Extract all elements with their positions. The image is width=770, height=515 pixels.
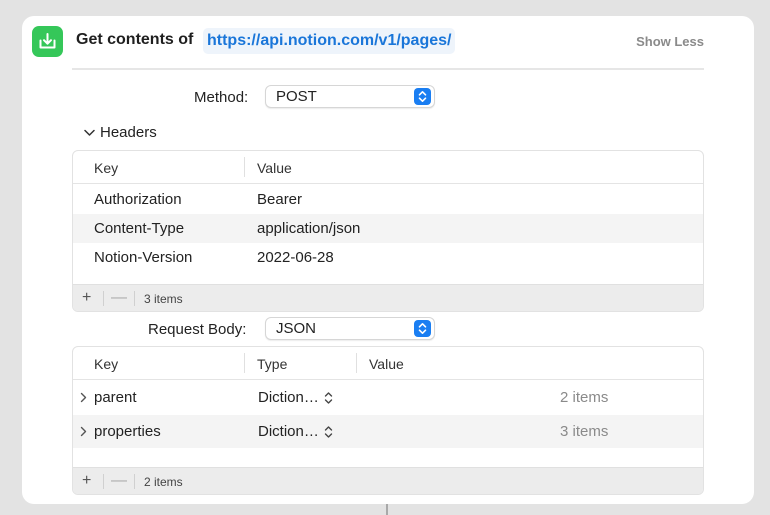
chevron-right-icon[interactable] [80,392,87,403]
method-value: POST [276,88,317,105]
table-header: Key Type Value [73,347,703,380]
body-key[interactable]: properties [94,423,161,440]
request-body-value: JSON [276,320,317,337]
header-value[interactable]: application/json [257,220,360,237]
column-divider [356,353,357,373]
table-footer: + — 3 items [73,284,703,311]
action-card: Get contents of https://api.notion.com/v… [22,16,754,504]
body-table: Key Type Value parent Diction… 2 items p… [72,346,704,495]
table-row[interactable]: properties Diction… 3 items [73,415,703,448]
add-row-button[interactable]: + [82,290,91,306]
column-divider [244,353,245,373]
table-row[interactable]: parent Diction… 2 items [73,380,703,415]
remove-row-button[interactable]: — [111,290,127,306]
footer-divider [103,291,104,306]
table-footer: + — 2 items [73,467,703,494]
chevron-right-icon[interactable] [80,426,87,437]
up-down-chevron-icon [414,88,431,105]
method-label: Method: [194,89,249,106]
body-value[interactable]: 2 items [560,389,608,406]
add-row-button[interactable]: + [82,473,91,489]
header-key[interactable]: Authorization [94,191,182,208]
request-body-label: Request Body: [148,321,247,338]
table-row[interactable]: Notion-Version 2022-06-28 [73,243,703,273]
item-count: 2 items [144,475,183,489]
header-value[interactable]: 2022-06-28 [257,249,334,266]
body-key[interactable]: parent [94,389,137,406]
table-header: Key Value [73,151,703,184]
method-select[interactable]: POST [265,85,435,108]
headers-disclosure[interactable]: Headers [84,124,157,141]
body-type-value: Diction… [258,423,319,440]
item-count: 3 items [144,292,183,306]
body-value[interactable]: 3 items [560,423,608,440]
column-key: Key [94,160,119,176]
body-type-select[interactable]: Diction… [258,389,333,406]
up-down-chevron-icon [324,425,333,438]
footer-divider [103,474,104,489]
remove-row-button[interactable]: — [111,473,127,489]
footer-divider [134,291,135,306]
header-key[interactable]: Content-Type [94,220,184,237]
chevron-down-icon [84,129,95,136]
body-type-select[interactable]: Diction… [258,423,333,440]
column-type: Type [257,356,288,372]
column-key: Key [94,356,119,372]
up-down-chevron-icon [414,320,431,337]
headers-table: Key Value Authorization Bearer Content-T… [72,150,704,312]
title-divider [72,68,704,70]
footer-divider [134,474,135,489]
flow-connector [386,504,388,515]
table-row[interactable]: Authorization Bearer [73,184,703,214]
column-divider [244,157,245,177]
up-down-chevron-icon [324,391,333,404]
url-token[interactable]: https://api.notion.com/v1/pages/ [203,28,456,54]
column-value: Value [257,160,292,176]
body-type-value: Diction… [258,389,319,406]
download-tray-icon [32,26,63,57]
header-key[interactable]: Notion-Version [94,249,192,266]
show-less-button[interactable]: Show Less [636,34,704,49]
request-body-select[interactable]: JSON [265,317,435,340]
column-value: Value [369,356,404,372]
table-row[interactable]: Content-Type application/json [73,214,703,243]
headers-label: Headers [100,124,157,141]
header-value[interactable]: Bearer [257,191,302,208]
action-title: Get contents of [76,31,194,48]
